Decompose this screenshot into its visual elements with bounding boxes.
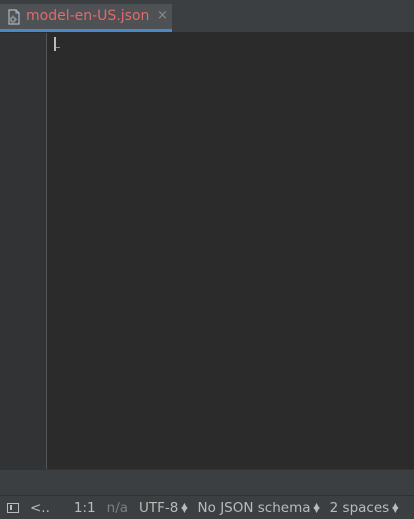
ide-window: model-en-US.json × <.. 1:1 n/a UTF-8 ▲ ▼ … xyxy=(0,0,414,519)
json-schema-selector[interactable]: No JSON schema ▲ ▼ xyxy=(198,500,320,516)
encoding-label: UTF-8 xyxy=(139,500,179,516)
tab-file-name: model-en-US.json xyxy=(26,7,150,24)
json-schema-label: No JSON schema xyxy=(197,500,311,516)
indent-selector[interactable]: 2 spaces ▲ ▼ xyxy=(330,500,399,516)
toggle-tool-windows-icon[interactable] xyxy=(7,503,19,513)
caret-marker xyxy=(56,47,60,48)
json-file-gear-icon xyxy=(7,8,21,25)
updown-arrows-icon: ▲ ▼ xyxy=(313,501,320,514)
updown-arrows-icon: ▲ ▼ xyxy=(392,501,399,514)
caret-position[interactable]: 1:1 xyxy=(74,500,96,516)
updown-arrows-icon: ▲ ▼ xyxy=(181,501,188,514)
close-icon[interactable]: × xyxy=(156,8,168,23)
text-caret xyxy=(54,37,56,51)
editor-tab-bar: model-en-US.json × xyxy=(0,0,414,33)
status-bar: <.. 1:1 n/a UTF-8 ▲ ▼ No JSON schema ▲ ▼ 2… xyxy=(0,495,414,519)
status-na: n/a xyxy=(106,500,129,516)
status-nav[interactable]: <.. xyxy=(30,500,50,516)
editor-tab-model-en-us-json[interactable]: model-en-US.json × xyxy=(0,4,172,32)
line-number-gutter xyxy=(0,33,47,469)
code-editor[interactable] xyxy=(47,33,414,469)
encoding-selector[interactable]: UTF-8 ▲ ▼ xyxy=(139,500,188,516)
indent-label: 2 spaces xyxy=(329,500,390,516)
tool-window-strip xyxy=(0,469,414,496)
